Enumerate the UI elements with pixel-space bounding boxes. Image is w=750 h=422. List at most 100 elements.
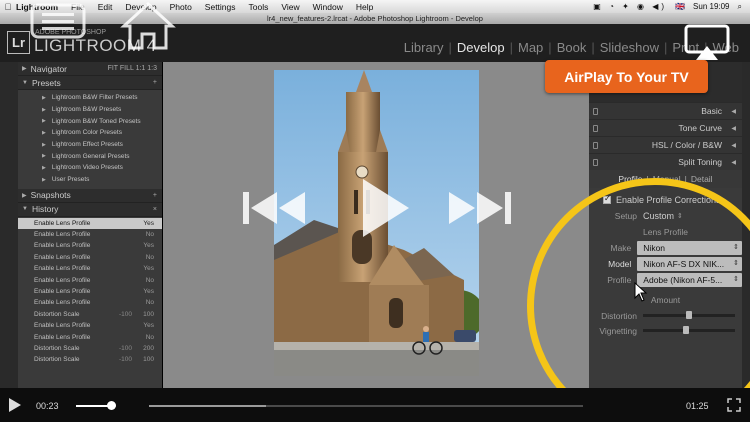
tab-profile[interactable]: Profile [618,174,642,184]
navigator-header[interactable]: ▶ Navigator FIT FILL 1:1 1:3 [18,62,162,76]
history-before-value: -100 [118,356,132,364]
switch-icon[interactable] [593,142,598,149]
folder-triangle-icon: ▶ [42,176,46,183]
make-select[interactable]: Nikon ⇕ [637,241,742,255]
video-player-bar: 00:23 01:25 [0,388,750,422]
menu-settings[interactable]: Settings [205,2,236,12]
basic-section-header[interactable]: Basic ◀ [589,102,742,119]
history-after-value: 100 [143,356,154,364]
history-row[interactable]: Enable Lens Profile No [18,229,162,240]
module-library[interactable]: Library [399,40,449,55]
preset-folder[interactable]: ▶ Lightroom B&W Presets [18,104,162,116]
add-preset-icon[interactable]: + [153,79,157,86]
menu-tools[interactable]: Tools [249,2,269,12]
split-toning-section-header[interactable]: Split Toning ◀ [589,153,742,170]
model-select[interactable]: Nikon AF-S DX NIK... ⇕ [637,257,742,271]
folder-triangle-icon: ▶ [42,129,46,136]
preset-folder[interactable]: ▶ Lightroom Effect Presets [18,139,162,151]
fast-forward-icon[interactable] [447,190,511,226]
airplay-button[interactable]: AirPlay To Your TV [545,60,708,93]
history-header[interactable]: ▼ History × [18,202,162,217]
window-title: lr4_new_features-2.lrcat - Adobe Photosh… [0,13,750,24]
setup-select[interactable]: Custom [643,211,674,221]
fullscreen-icon[interactable] [727,398,741,412]
clear-history-icon[interactable]: × [153,206,157,213]
expand-triangle-icon: ▼ [22,206,28,212]
history-after-value: Yes [143,242,154,250]
play-icon[interactable] [359,177,411,239]
module-book[interactable]: Book [552,40,592,55]
history-row[interactable]: Enable Lens Profile No [18,297,162,308]
play-icon[interactable] [8,398,22,412]
enable-profile-checkbox[interactable] [603,194,611,204]
preset-folder-label: Lightroom Video Presets [51,164,123,172]
folder-triangle-icon: ▶ [42,118,46,125]
menu-view[interactable]: View [281,2,299,12]
tone-curve-section-header[interactable]: Tone Curve ◀ [589,119,742,136]
history-row[interactable]: Enable Lens Profile Yes [18,263,162,274]
history-row[interactable]: Distortion Scale -100 100 [18,354,162,365]
history-row[interactable]: Enable Lens Profile No [18,331,162,342]
vignetting-slider[interactable] [643,326,735,334]
preset-folder-label: Lightroom B&W Presets [51,106,122,114]
preset-folder[interactable]: ▶ Lightroom General Presets [18,150,162,162]
search-icon[interactable]: ⌕ [738,2,742,12]
preset-folder[interactable]: ▶ Lightroom B&W Filter Presets [18,92,162,104]
history-row[interactable]: Distortion Scale -100 200 [18,343,162,354]
add-snapshot-icon[interactable]: + [153,192,157,199]
module-map[interactable]: Map [513,40,548,55]
home-icon[interactable] [120,2,176,50]
history-row[interactable]: Enable Lens Profile No [18,274,162,285]
history-step-name: Enable Lens Profile [34,242,91,250]
current-time: 00:23 [36,401,59,411]
history-row[interactable]: Distortion Scale -100 100 [18,309,162,320]
module-slideshow[interactable]: Slideshow [595,40,664,55]
preset-folder[interactable]: ▶ Lightroom B&W Toned Presets [18,115,162,127]
history-row[interactable]: Enable Lens Profile Yes [18,240,162,251]
preset-folder[interactable]: ▶ Lightroom Video Presets [18,162,162,174]
presets-header[interactable]: ▼ Presets + [18,76,162,90]
navigator-label: Navigator [30,63,68,74]
preset-folder[interactable]: ▶ User Presets [18,174,162,186]
menu-edit[interactable]: Edit [98,2,113,12]
navigator-zoom[interactable]: FIT FILL 1:1 1:3 [108,65,157,72]
profile-select[interactable]: Adobe (Nikon AF-5... ⇕ [637,273,742,287]
vignetting-row: Vignetting [589,323,742,338]
switch-icon[interactable] [593,108,598,115]
preset-folder-label: User Presets [51,176,90,184]
distortion-knob[interactable] [686,311,692,319]
menu-help[interactable]: Help [356,2,373,12]
hsl-section-header[interactable]: HSL / Color / B&W ◀ [589,136,742,153]
history-after-value: 200 [143,344,154,352]
menu-window[interactable]: Window [313,2,343,12]
airplay-icon[interactable] [684,24,730,62]
module-develop[interactable]: Develop [452,40,510,55]
history-row[interactable]: Enable Lens Profile Yes [18,286,162,297]
tab-manual[interactable]: Manual [653,174,681,184]
history-after-value: No [145,231,154,239]
history-row[interactable]: Enable Lens Profile Yes [18,320,162,331]
section-label: Basic [701,106,722,116]
switch-icon[interactable] [593,159,598,166]
menu-lines-icon[interactable] [30,3,86,39]
vignetting-knob[interactable] [683,326,690,334]
volume-fill [76,405,112,407]
history-row[interactable]: Enable Lens Profile Yes [18,217,162,229]
volume-knob[interactable] [106,401,116,410]
history-after-value: Yes [143,265,154,273]
switch-icon[interactable] [593,125,598,132]
rewind-icon[interactable] [243,190,307,226]
model-label: Model [608,259,632,269]
history-step-name: Enable Lens Profile [34,299,91,307]
folder-triangle-icon: ▶ [42,164,46,171]
history-row[interactable]: Enable Lens Profile No [18,252,162,263]
distortion-slider[interactable] [643,311,735,319]
tab-detail[interactable]: Detail [691,174,713,184]
history-step-name: Enable Lens Profile [34,253,91,261]
snapshots-header[interactable]: ▶ Snapshots + [18,188,162,203]
preset-folder[interactable]: ▶ Lightroom Color Presets [18,127,162,139]
enable-profile-label: Enable Profile Corrections [616,195,721,205]
apple-menu-icon[interactable]:  [0,2,16,12]
right-panel: Basic ◀ Tone Curve ◀ HSL / Color / B&W ◀ Sp… [589,62,742,388]
profile-label: Profile [607,275,632,285]
